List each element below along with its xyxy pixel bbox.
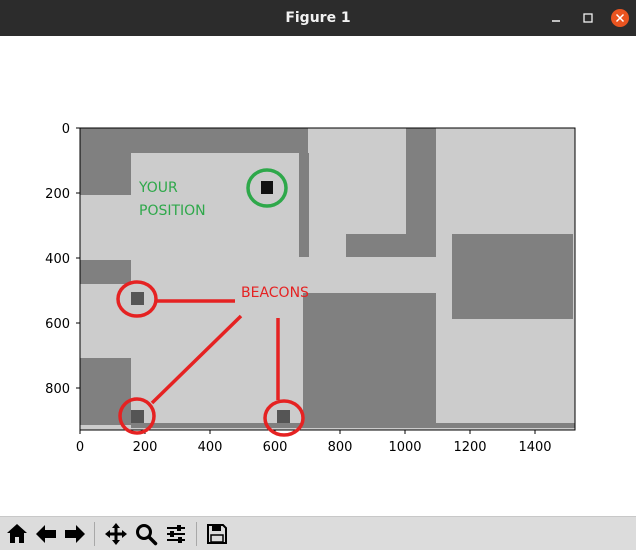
home-icon [7,524,27,543]
wall [346,234,406,257]
plot-svg: 0 200 400 600 800 1000 1200 1400 0 200 4… [45,122,576,455]
figure-canvas[interactable]: 0 200 400 600 800 1000 1200 1400 0 200 4… [0,36,636,516]
x-tick-label: 800 [328,440,353,455]
forward-button[interactable] [62,521,88,547]
y-tick-labels: 0 200 400 600 800 [45,122,70,397]
forward-arrow-icon [65,525,85,543]
wall [80,260,131,284]
toolbar-separator [196,522,197,546]
axes: 0 200 400 600 800 1000 1200 1400 0 200 4… [45,122,576,455]
x-tick-label: 1200 [453,440,486,455]
save-button[interactable] [204,521,230,547]
minimize-button[interactable] [546,8,566,28]
beacon-marker [277,410,290,423]
wall [452,234,573,319]
configure-subplots-button[interactable] [163,521,189,547]
x-tick-label: 1000 [388,440,421,455]
close-icon [611,9,629,27]
x-tick-label: 200 [133,440,158,455]
position-marker [261,181,273,194]
wall [80,153,131,195]
toolbar-separator [94,522,95,546]
close-button[interactable] [610,8,630,28]
zoom-icon [136,524,158,546]
x-tick-label: 600 [263,440,288,455]
x-tick-label: 0 [76,440,84,455]
position-label-line1: YOUR [138,180,178,196]
minimize-icon [552,20,560,22]
window-titlebar: Figure 1 [0,0,636,36]
pan-icon [105,523,127,545]
home-button[interactable] [4,521,30,547]
wall [80,358,131,425]
x-tick-label: 400 [198,440,223,455]
y-tick-label: 0 [62,122,70,137]
y-tick-label: 200 [45,187,70,202]
x-tick-labels: 0 200 400 600 800 1000 1200 1400 [76,440,552,455]
y-tick-label: 400 [45,252,70,267]
save-icon [207,524,227,544]
maximize-icon [583,13,593,23]
beacon-marker [131,410,144,423]
configure-subplots-icon [167,525,185,543]
beacons-label: BEACONS [241,285,309,301]
position-label-line2: POSITION [139,203,206,219]
wall [80,128,308,153]
beacon-marker [131,292,144,305]
wall [131,423,575,428]
maximize-button[interactable] [578,8,598,28]
y-tick-label: 800 [45,382,70,397]
y-tick-label: 600 [45,317,70,332]
y-ticks [76,127,80,389]
wall [406,128,436,257]
pan-button[interactable] [103,521,129,547]
navigation-toolbar [0,516,636,550]
back-button[interactable] [33,521,59,547]
back-arrow-icon [36,525,56,543]
wall [303,293,436,425]
zoom-button[interactable] [133,521,159,547]
x-tick-label: 1400 [518,440,551,455]
window-title: Figure 1 [285,10,351,26]
wall [299,153,309,257]
